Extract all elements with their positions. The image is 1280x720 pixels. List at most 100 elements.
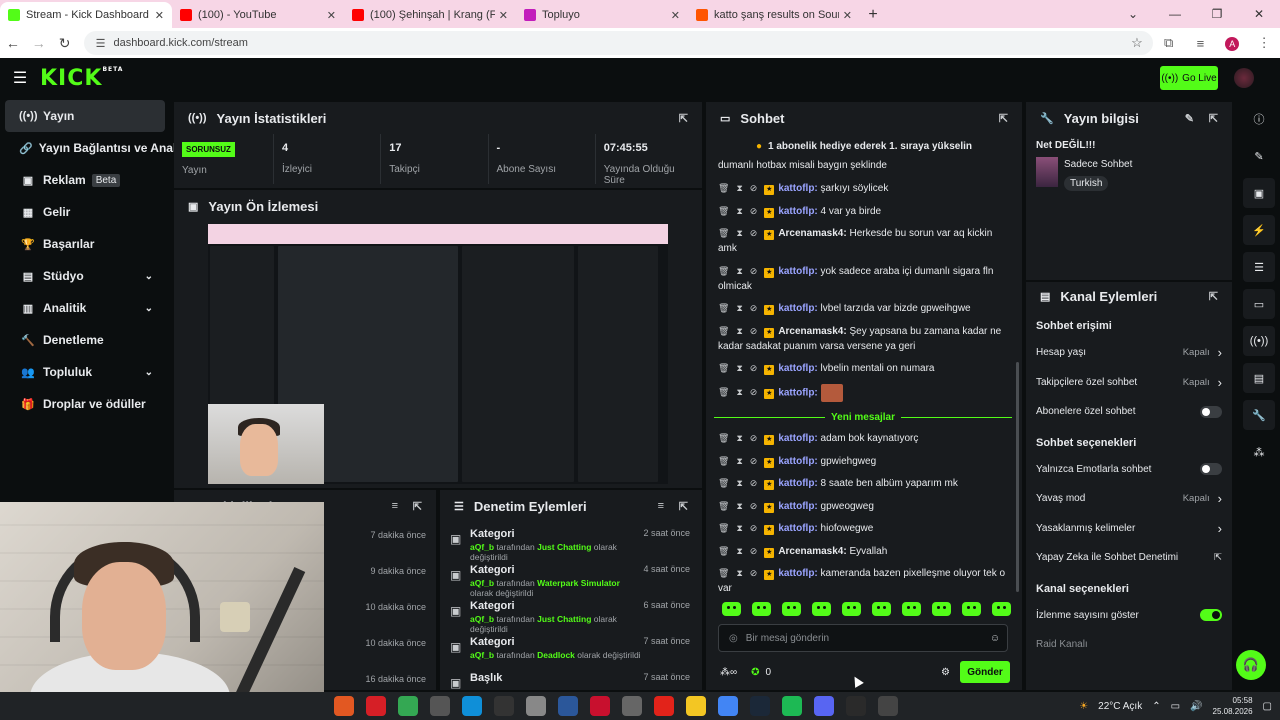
browser-tab[interactable]: Topluyo ✕ — [516, 2, 688, 28]
stream-preview-video[interactable] — [208, 224, 668, 484]
app-1-icon[interactable] — [334, 696, 354, 716]
notifications-icon[interactable]: ▢ — [1263, 701, 1272, 712]
sidebar-item[interactable]: ▥ Analitik ⌄ — [5, 292, 165, 324]
chat-username[interactable]: Arcenamask4 — [778, 326, 843, 337]
timeout-icon[interactable]: ⧗ — [736, 523, 742, 533]
emote-7-icon[interactable] — [902, 602, 921, 616]
chrome-active-icon[interactable] — [718, 696, 738, 716]
pencil-icon[interactable]: ✎ — [1243, 141, 1275, 171]
chat-message-input[interactable] — [745, 632, 983, 644]
epic-games-icon[interactable] — [846, 696, 866, 716]
sidebar-item[interactable]: 🎁 Droplar ve ödüller — [5, 388, 165, 420]
word-icon[interactable] — [558, 696, 578, 716]
chat-username[interactable]: kattoflp — [778, 206, 814, 217]
chat-username[interactable]: kattoflp — [778, 501, 814, 512]
sidebar-item[interactable]: ▤ Stüdyo ⌄ — [5, 260, 165, 292]
moderation-row[interactable]: ▣ Kategori aQf_b tarafından Just Chatting … — [440, 522, 702, 562]
timeout-icon[interactable]: ⧗ — [736, 478, 742, 488]
popout-icon[interactable]: ⇱ — [1209, 112, 1218, 125]
delete-message-icon[interactable]: 🗑 — [718, 303, 729, 313]
emote-1-icon[interactable] — [722, 602, 741, 616]
new-tab-button[interactable]: + — [860, 2, 886, 28]
delete-message-icon[interactable]: 🗑 — [718, 456, 729, 466]
sidebar-item[interactable]: 👥 Topluluk ⌄ — [5, 356, 165, 388]
browser-tab[interactable]: (100) - YouTube ✕ — [172, 2, 344, 28]
tab-close-icon[interactable]: ✕ — [499, 9, 508, 22]
chat-username[interactable]: Arcenamask4 — [778, 546, 843, 557]
ban-icon[interactable]: ⊘ — [750, 206, 758, 216]
help-headset-button[interactable]: 🎧 — [1236, 650, 1266, 680]
ban-icon[interactable]: ⊘ — [750, 183, 758, 193]
bookmark-star-icon[interactable]: ☆ — [1131, 35, 1143, 51]
app-10-icon[interactable] — [622, 696, 642, 716]
channel-action-row[interactable]: Yalnızca Emotlarla sohbet — [1026, 455, 1232, 485]
ban-icon[interactable]: ⊘ — [750, 266, 758, 276]
chat-message[interactable]: 🗑 ⧗ ⊘ ★ kattoflp: 8 saate ben albüm yaparım … — [706, 476, 1022, 491]
opera-gx-icon[interactable] — [590, 696, 610, 716]
app-6-icon[interactable] — [494, 696, 514, 716]
file-explorer-icon[interactable] — [686, 696, 706, 716]
actions-widget-icon[interactable]: ▤ — [1243, 363, 1275, 393]
chrome-icon[interactable] — [398, 696, 418, 716]
delete-message-icon[interactable]: 🗑 — [718, 523, 729, 533]
channel-action-row[interactable]: Takipçilere özel sohbet Kapalı › — [1026, 368, 1232, 398]
ban-icon[interactable]: ⊘ — [750, 363, 758, 373]
chat-scrollbar[interactable] — [1016, 362, 1019, 592]
timeout-icon[interactable]: ⧗ — [736, 387, 742, 397]
chat-username[interactable]: Arcenamask4 — [778, 228, 843, 239]
chat-message[interactable]: 🗑 ⧗ ⊘ ★ kattoflp: hiofowegwe — [706, 521, 1022, 536]
ban-icon[interactable]: ⊘ — [750, 568, 758, 578]
timeout-icon[interactable]: ⧗ — [736, 568, 742, 578]
back-button[interactable]: ← — [0, 35, 26, 51]
chat-username[interactable]: kattoflp — [778, 266, 814, 277]
popout-icon[interactable]: ⇱ — [679, 112, 688, 125]
timeout-icon[interactable]: ⧗ — [736, 266, 742, 276]
delete-message-icon[interactable]: 🗑 — [718, 501, 729, 511]
chat-message[interactable]: 🗑 ⧗ ⊘ ★ Arcenamask4: Eyvallah — [706, 544, 1022, 559]
chat-username[interactable]: kattoflp — [778, 387, 814, 398]
timeout-icon[interactable]: ⧗ — [736, 228, 742, 238]
ban-icon[interactable]: ⊘ — [750, 228, 758, 238]
delete-message-icon[interactable]: 🗑 — [718, 228, 729, 238]
tab-close-icon[interactable]: ✕ — [155, 9, 164, 22]
chat-username[interactable]: kattoflp — [778, 303, 814, 314]
chat-message[interactable]: 🗑 ⧗ ⊘ ★ kattoflp: lvbel tarzıda var bizde gp… — [706, 301, 1022, 316]
kick-logo[interactable]: KICKBETA — [40, 66, 123, 91]
timeout-icon[interactable]: ⧗ — [736, 433, 742, 443]
popout-icon[interactable]: ⇱ — [679, 500, 688, 513]
sidebar-item[interactable]: 🔨 Denetleme — [5, 324, 165, 356]
steam-icon[interactable] — [750, 696, 770, 716]
chat-message[interactable]: 🗑 ⧗ ⊘ ★ kattoflp: yok sadece araba içi duman… — [706, 264, 1022, 294]
chevron-right-icon[interactable]: › — [1218, 375, 1222, 390]
emote-5-icon[interactable] — [842, 602, 861, 616]
chat-message[interactable]: 🗑 ⧗ ⊘ ★ kattoflp: lvbelin mentali on numara — [706, 361, 1022, 376]
chevron-down-icon[interactable]: ⌄ — [145, 271, 153, 282]
delete-message-icon[interactable]: 🗑 — [718, 478, 729, 488]
chat-message[interactable]: 🗑 ⧗ ⊘ ★ Arcenamask4: Şey yapsana bu zamana k… — [706, 324, 1022, 354]
chat-message[interactable]: 🗑 ⧗ ⊘ ★ kattoflp: adam bok kaynatıyorç — [706, 431, 1022, 446]
chat-message[interactable]: 🗑 ⧗ ⊘ ★ kattoflp: gpweogweg — [706, 499, 1022, 514]
chat-username[interactable]: kattoflp — [778, 363, 814, 374]
filter-icon[interactable]: ≡ — [392, 500, 398, 512]
ban-icon[interactable]: ⊘ — [750, 326, 758, 336]
timeout-icon[interactable]: ⧗ — [736, 363, 742, 373]
community-widget-icon[interactable]: ⁂ — [1243, 437, 1275, 467]
tab-close-icon[interactable]: ✕ — [671, 9, 680, 22]
close-window-button[interactable]: ✕ — [1238, 7, 1280, 21]
app-7-icon[interactable] — [526, 696, 546, 716]
emote-3-icon[interactable] — [782, 602, 801, 616]
media-icon[interactable]: ≡ — [1185, 36, 1217, 51]
browser-menu-icon[interactable]: ⋮ — [1248, 35, 1280, 51]
channel-action-row[interactable]: Yapay Zeka ile Sohbet Denetimi ⇱ — [1026, 543, 1232, 573]
app-18-icon[interactable] — [878, 696, 898, 716]
browser-tab[interactable]: Stream - Kick Dashboard ✕ — [0, 2, 172, 28]
chevron-down-icon[interactable]: ⌄ — [145, 303, 153, 314]
edge-icon[interactable] — [462, 696, 482, 716]
chat-message[interactable]: 🗑 ⧗ ⊘ ★ kattoflp: — [706, 383, 1022, 402]
emote-10-icon[interactable] — [992, 602, 1011, 616]
chevron-down-icon[interactable]: ⌄ — [145, 367, 153, 378]
moderation-row[interactable]: ▣ Kategori aQf_b tarafından Deadlock olara… — [440, 630, 702, 666]
chevron-down-icon[interactable]: ⌄ — [1112, 7, 1154, 21]
sidebar-item[interactable]: ▦ Gelir — [5, 196, 165, 228]
edit-pencil-icon[interactable]: ✎ — [1185, 112, 1194, 125]
